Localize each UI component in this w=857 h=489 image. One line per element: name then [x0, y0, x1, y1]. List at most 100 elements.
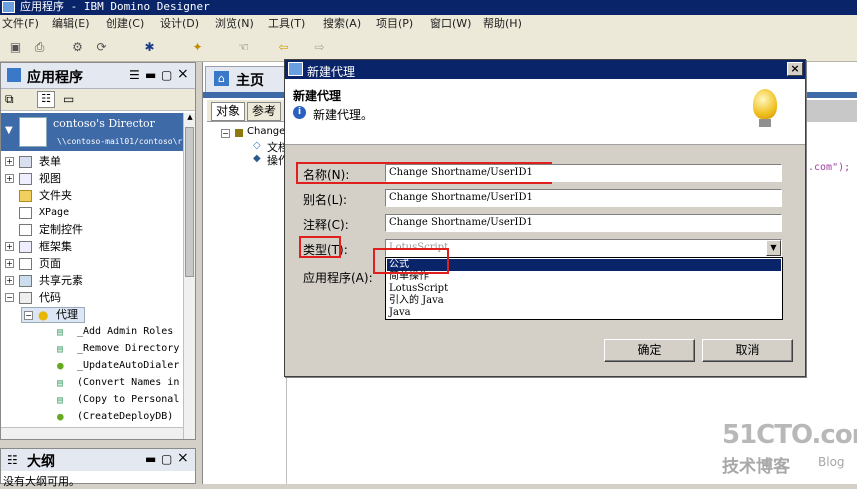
design-icon[interactable]: ⚙ — [70, 40, 85, 55]
collapse-arrow-icon[interactable]: ▼ — [5, 125, 13, 136]
menu-file[interactable]: 文件(F) — [2, 17, 39, 31]
window-title-bar: 应用程序 - IBM Domino Designer — [0, 0, 857, 15]
tab-home-label: 主页 — [236, 73, 264, 89]
option-imported-java[interactable]: 引入的 Java — [387, 295, 781, 307]
back-arrow-icon[interactable]: ⇦ — [276, 40, 291, 55]
tree-view-icon[interactable]: ☷ — [37, 91, 55, 108]
collapse-icon[interactable]: − — [221, 129, 230, 138]
horizontal-scrollbar[interactable] — [1, 427, 183, 439]
tree-item-agents[interactable]: − ● 代理 — [21, 307, 85, 323]
formula-option-highlight — [373, 248, 449, 274]
print-icon[interactable]: ⎙ — [32, 40, 47, 55]
panel-menu-icon[interactable]: ☰ — [129, 68, 140, 82]
editor-header-strip — [803, 100, 857, 122]
agent-icon: ▤ — [57, 378, 64, 389]
menu-tools[interactable]: 工具(T) — [268, 17, 305, 31]
agent-node-icon — [235, 129, 243, 137]
close-icon[interactable]: × — [177, 450, 189, 466]
scrollbar-thumb[interactable] — [185, 127, 194, 277]
maximize-icon[interactable]: ▢ — [161, 452, 172, 466]
menu-window[interactable]: 窗口(W) — [430, 17, 471, 31]
tab-home[interactable]: ⌂ 主页 — [205, 66, 287, 92]
menu-project[interactable]: 项目(P) — [376, 17, 413, 31]
outline-empty-text: 没有大纲可用。 — [3, 475, 80, 488]
panel-header: 应用程序 ☰ ▬ ▢ × — [1, 63, 195, 89]
database-icon — [19, 117, 47, 147]
dialog-app-icon — [288, 62, 303, 76]
outline-title: 大纲 — [27, 454, 55, 470]
applications-icon — [7, 68, 21, 82]
agent-icon: ▤ — [57, 395, 64, 406]
scroll-up-icon[interactable]: ▲ — [185, 113, 195, 123]
menu-edit[interactable]: 编辑(E) — [52, 17, 90, 31]
database-path: \\contoso-mail01/contoso\r — [57, 137, 183, 146]
cancel-button[interactable]: 取消 — [702, 339, 793, 362]
diamond-filled-icon: ◆ — [253, 153, 261, 164]
dialog-subtitle: 新建代理。 — [313, 108, 374, 122]
tab-reference[interactable]: 参考 — [247, 102, 282, 121]
lightbulb-icon: ● — [38, 308, 49, 322]
dialog-title-bar: 新建代理 × — [285, 60, 805, 79]
watermark-sub: 技术博客 — [722, 457, 790, 477]
alias-field[interactable]: Change Shortname/UserID1 — [385, 189, 782, 207]
forward-arrow-icon[interactable]: ⇨ — [312, 40, 327, 55]
toolbar: ▣ ⎙ ⚙ ⟳ ✱ ✦ ☜ ⇦ ⇨ — [0, 34, 857, 62]
option-java[interactable]: Java — [387, 307, 781, 319]
lightbulb-icon — [753, 89, 777, 119]
option-lotusscript[interactable]: LotusScript — [387, 283, 781, 295]
comment-field[interactable]: Change Shortname/UserID1 — [385, 214, 782, 232]
chevron-down-icon[interactable]: ▼ — [766, 240, 781, 256]
menu-bar: 文件(F) 编辑(E) 创建(C) 设计(D) 浏览(N) 工具(T) 搜索(A… — [0, 15, 857, 34]
new-app-icon[interactable]: ⧉ — [5, 92, 14, 107]
applications-panel: 应用程序 ☰ ▬ ▢ × ⧉ ☷ ▭ ▼ contoso's Director … — [0, 62, 196, 440]
alias-label: 别名(L): — [303, 193, 348, 207]
refresh-icon[interactable]: ⟳ — [94, 40, 109, 55]
diamond-icon: ◇ — [253, 140, 261, 151]
panel-toolbar: ⧉ ☷ ▭ — [1, 89, 195, 111]
outline-icon: ☷ — [7, 453, 18, 467]
app-icon — [2, 1, 15, 13]
list-view-icon[interactable]: ▭ — [63, 92, 74, 106]
dialog-heading: 新建代理 — [293, 89, 342, 103]
vertical-scrollbar[interactable]: ▲ — [183, 113, 195, 439]
agent-icon: ▤ — [57, 327, 64, 338]
object-tree-pane: − Change ◇ 文档 ◆ 操作 — [207, 124, 289, 484]
outline-header: ☷ 大纲 ▬ ▢ × — [1, 449, 195, 471]
dialog-banner: 新建代理 i 新建代理。 — [285, 79, 805, 145]
panel-title: 应用程序 — [27, 70, 83, 86]
lightbulb-base — [759, 119, 771, 127]
close-icon[interactable]: × — [177, 66, 189, 82]
code-fragment: .com"); — [808, 162, 851, 173]
close-icon[interactable]: × — [787, 62, 803, 76]
comment-label: 注释(C): — [303, 218, 349, 232]
minimize-icon[interactable]: ▬ — [145, 452, 156, 466]
back-history-icon[interactable]: ☜ — [236, 40, 251, 55]
wand-icon[interactable]: ✦ — [190, 40, 205, 55]
new-agent-dialog: 新建代理 × 新建代理 i 新建代理。 名称(N): Change Shortn… — [284, 59, 806, 377]
menu-help[interactable]: 帮助(H) — [483, 17, 522, 31]
tab-objects[interactable]: 对象 — [211, 102, 246, 121]
minimize-icon[interactable]: ▬ — [145, 68, 156, 82]
home-icon: ⌂ — [214, 71, 229, 86]
menu-design[interactable]: 设计(D) — [160, 17, 199, 31]
type-label-highlight — [299, 236, 341, 258]
agent-icon: ▤ — [57, 344, 64, 355]
menu-view[interactable]: 浏览(N) — [215, 17, 254, 31]
agent-icon: ● — [57, 410, 64, 423]
dialog-title: 新建代理 — [307, 65, 356, 79]
maximize-icon[interactable]: ▢ — [161, 68, 172, 82]
application-label: 应用程序(A): — [303, 271, 373, 285]
info-icon: i — [293, 106, 306, 119]
menu-search[interactable]: 搜索(A) — [323, 17, 361, 31]
save-icon[interactable]: ▣ — [8, 40, 23, 55]
menu-create[interactable]: 创建(C) — [106, 17, 144, 31]
window-title: 应用程序 - IBM Domino Designer — [20, 0, 210, 13]
outline-panel: ☷ 大纲 ▬ ▢ × 没有大纲可用。 — [0, 448, 196, 488]
name-field[interactable]: Change Shortname/UserID1 — [385, 164, 782, 182]
ok-button[interactable]: 确定 — [604, 339, 695, 362]
database-header[interactable]: ▼ contoso's Director \\contoso-mail01/co… — [1, 113, 183, 151]
agent-icon: ● — [57, 359, 64, 372]
tree-root-label[interactable]: Change — [247, 126, 285, 137]
debug-icon[interactable]: ✱ — [142, 40, 157, 55]
watermark-blog: Blog — [818, 455, 845, 469]
